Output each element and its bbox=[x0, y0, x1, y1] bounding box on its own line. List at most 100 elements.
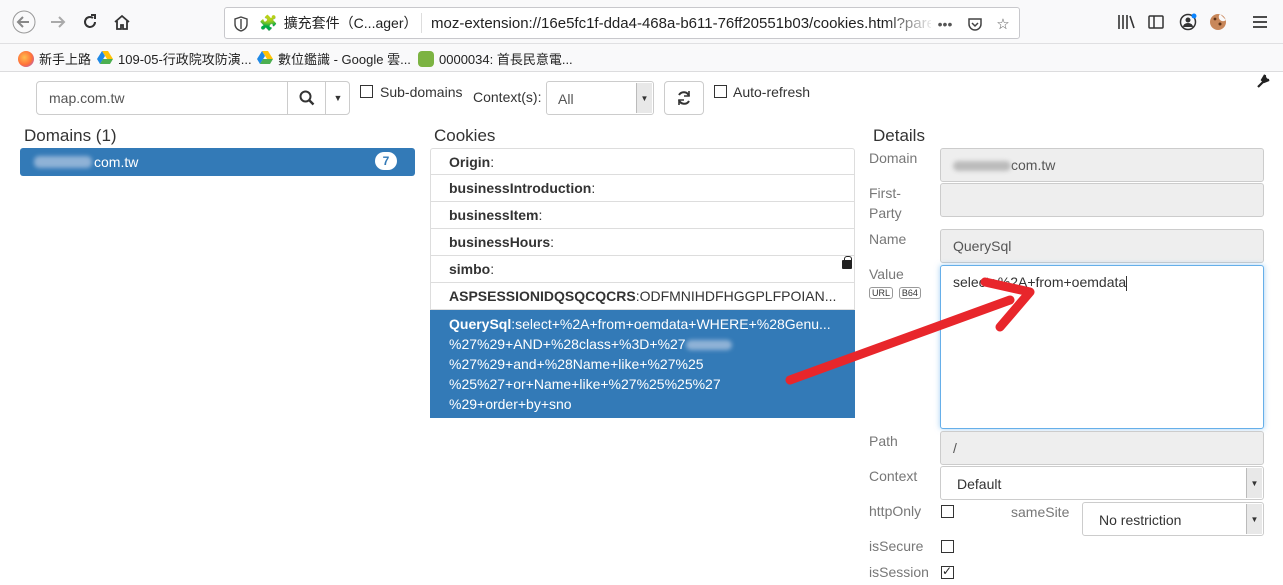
cookie-name: Origin bbox=[449, 154, 491, 170]
star-icon[interactable]: ☆ bbox=[993, 14, 1013, 34]
url-bar[interactable]: 🧩 擴充套件（C...ager） moz-extension://16e5fc1… bbox=[224, 7, 1020, 39]
cookie-row[interactable]: businessItem: bbox=[430, 202, 855, 229]
value-textarea[interactable]: select+%2A+from+oemdata bbox=[940, 265, 1264, 429]
cookie-list: Origin: businessIntroduction: businessIt… bbox=[430, 148, 855, 418]
search-dropdown-button[interactable]: ▼ bbox=[325, 82, 350, 114]
cookie-row[interactable]: businessHours: bbox=[430, 229, 855, 256]
name-field-value: QuerySql bbox=[953, 238, 1012, 254]
context-filter-value: All bbox=[558, 91, 574, 107]
domain-field[interactable]: com.tw bbox=[940, 148, 1264, 182]
cookie-value-line: %25%27+or+Name+like+%27%25%25%27 bbox=[449, 376, 721, 392]
base64-decode-button[interactable]: B64 bbox=[898, 287, 921, 299]
context-filter-select[interactable]: All ▼ bbox=[546, 81, 654, 115]
value-text: select+%2A+from+oemdata bbox=[953, 274, 1127, 290]
cookie-row[interactable]: Origin: bbox=[430, 148, 855, 175]
forward-icon[interactable] bbox=[44, 8, 72, 36]
extension-identity[interactable]: 🧩 擴充套件（C...ager） bbox=[259, 12, 418, 34]
domain-name: com.tw bbox=[94, 154, 139, 170]
path-field[interactable]: / bbox=[940, 431, 1264, 465]
more-actions-icon[interactable]: ••• bbox=[935, 14, 955, 34]
domains-title: Domains (1) bbox=[24, 126, 117, 145]
redacted-domain bbox=[34, 156, 92, 168]
cookie-name: businessIntroduction bbox=[449, 180, 592, 196]
cookie-value: %27%29+AND+%28class+%3D+%27 bbox=[449, 336, 686, 352]
url-fade bbox=[885, 10, 935, 36]
samesite-select-value: No restriction bbox=[1099, 512, 1182, 528]
path-field-value: / bbox=[953, 440, 957, 456]
wrench-icon[interactable] bbox=[1256, 74, 1271, 94]
cookie-name: businessItem bbox=[449, 207, 539, 223]
samesite-label: sameSite bbox=[1011, 504, 1070, 520]
subdomains-label: Sub-domains bbox=[380, 84, 463, 100]
context-select[interactable]: Default ▼ bbox=[940, 466, 1264, 500]
cookie-row[interactable]: simbo: bbox=[430, 256, 855, 283]
subdomains-checkbox[interactable] bbox=[360, 85, 373, 98]
path-label: Path bbox=[869, 433, 898, 449]
bookmark-item[interactable]: 0000034: 首長民意電... bbox=[418, 49, 573, 68]
cookie-name: ASPSESSIONIDQSQCQCRS bbox=[449, 288, 636, 304]
issession-checkbox[interactable] bbox=[941, 564, 954, 579]
domain-search-input[interactable] bbox=[37, 82, 287, 114]
account-icon[interactable] bbox=[1174, 8, 1202, 36]
sidebar-icon[interactable] bbox=[1142, 8, 1170, 36]
google-drive-icon bbox=[257, 50, 273, 67]
first-party-field[interactable] bbox=[940, 183, 1264, 217]
value-label: Value bbox=[869, 266, 904, 282]
bookmark-item[interactable]: 新手上路 bbox=[18, 49, 91, 68]
name-field[interactable]: QuerySql bbox=[940, 229, 1264, 263]
cookie-extension-icon[interactable] bbox=[1204, 8, 1232, 36]
chevron-down-icon: ▼ bbox=[636, 83, 652, 113]
url-separator bbox=[421, 13, 422, 33]
browser-toolbar: 🧩 擴充套件（C...ager） moz-extension://16e5fc1… bbox=[0, 0, 1283, 44]
bookmark-item[interactable]: 數位鑑識 - Google 雲... bbox=[257, 49, 411, 68]
httponly-label: httpOnly bbox=[869, 503, 922, 519]
lock-icon bbox=[842, 256, 852, 269]
domain-label: Domain bbox=[869, 150, 918, 166]
cookie-value-line: %29+order+by+sno bbox=[449, 396, 572, 412]
cookie-row[interactable]: ASPSESSIONIDQSQCQCRS:ODFMNIHDFHGGPLFPOIA… bbox=[430, 283, 855, 310]
name-label: Name bbox=[869, 231, 907, 247]
issession-label: isSession bbox=[869, 564, 929, 580]
refresh-icon bbox=[678, 91, 690, 105]
context-label: Context bbox=[869, 468, 918, 484]
issecure-checkbox[interactable] bbox=[941, 540, 954, 553]
domain-field-value: com.tw bbox=[1011, 157, 1056, 173]
auto-refresh-checkbox[interactable] bbox=[714, 85, 727, 98]
library-icon[interactable] bbox=[1112, 8, 1140, 36]
search-icon bbox=[299, 90, 314, 106]
cookie-value-line: QuerySql:select+%2A+from+oemdata+WHERE+%… bbox=[449, 316, 831, 332]
menu-icon[interactable] bbox=[1246, 8, 1274, 36]
httponly-checkbox[interactable] bbox=[941, 505, 954, 518]
pocket-icon[interactable] bbox=[965, 14, 985, 34]
shield-icon[interactable] bbox=[231, 14, 251, 34]
search-button[interactable] bbox=[287, 82, 325, 114]
cookie-value: select+%2A+from+oemdata+WHERE+%28Genu... bbox=[515, 316, 831, 332]
cookie-name: simbo bbox=[449, 261, 491, 277]
cookie-value: ODFMNIHDFHGGPLFPOIAN... bbox=[639, 288, 837, 304]
redacted-text bbox=[685, 340, 732, 351]
first-party-label: First- Party bbox=[869, 183, 902, 223]
back-icon[interactable] bbox=[10, 8, 38, 36]
bookmark-item[interactable]: 109-05-行政院攻防演... bbox=[97, 49, 252, 68]
reload-icon[interactable] bbox=[76, 8, 104, 36]
value-encoding-buttons: URL B64 bbox=[869, 283, 923, 299]
domain-search: ▼ bbox=[36, 81, 350, 115]
puzzle-icon: 🧩 bbox=[259, 15, 278, 32]
refresh-button[interactable] bbox=[664, 81, 704, 115]
cookie-row-selected[interactable]: QuerySql:select+%2A+from+oemdata+WHERE+%… bbox=[430, 310, 855, 418]
url-decode-button[interactable]: URL bbox=[869, 287, 894, 299]
domain-list-item[interactable]: com.tw 7 bbox=[20, 148, 415, 176]
cookie-value-line: %27%29+and+%28Name+like+%27%25 bbox=[449, 356, 704, 372]
home-icon[interactable] bbox=[108, 8, 136, 36]
bug-icon bbox=[418, 50, 434, 67]
context-filter-label: Context(s): bbox=[473, 89, 542, 105]
cookie-row[interactable]: businessIntroduction: bbox=[430, 175, 855, 202]
google-drive-icon bbox=[97, 50, 113, 67]
samesite-select[interactable]: No restriction ▼ bbox=[1082, 502, 1264, 536]
text-cursor bbox=[1126, 275, 1128, 291]
url-text[interactable]: moz-extension://16e5fc1f-dda4-468a-b611-… bbox=[431, 15, 931, 32]
cookie-manager-page: ▼ Sub-domains Context(s): All ▼ Auto-ref… bbox=[0, 72, 1283, 585]
chevron-down-icon: ▼ bbox=[1246, 504, 1262, 534]
cookie-count-badge: 7 bbox=[375, 152, 397, 170]
context-select-value: Default bbox=[957, 476, 1002, 492]
